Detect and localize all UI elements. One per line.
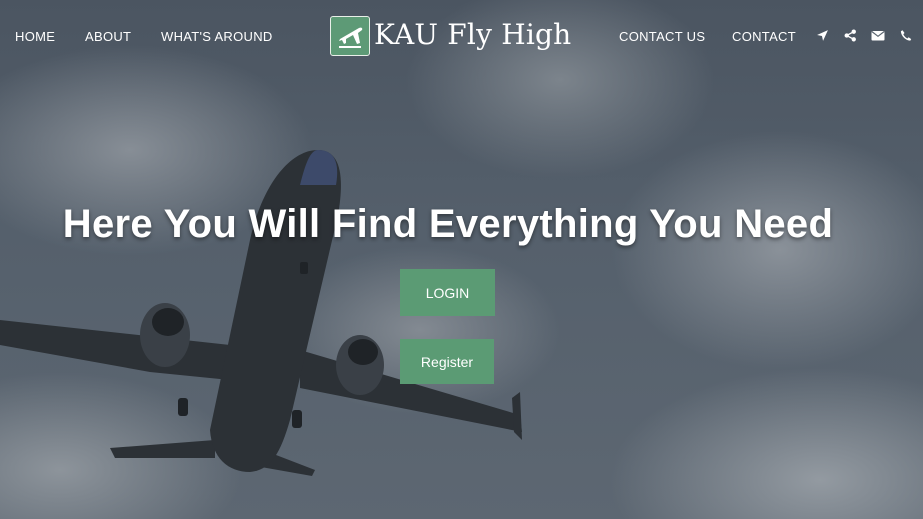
phone-icon[interactable] [900, 29, 914, 43]
airplane-landing-icon [330, 16, 370, 56]
hero-background: HOME ABOUT WHAT'S AROUND KAU Fly High CO… [0, 0, 923, 519]
login-button[interactable]: LOGIN [400, 269, 495, 316]
top-navigation: HOME ABOUT WHAT'S AROUND KAU Fly High CO… [0, 0, 923, 74]
brand-name: KAU Fly High [374, 18, 572, 51]
nav-about-link[interactable]: ABOUT [85, 29, 131, 44]
hero-headline: Here You Will Find Everything You Need [62, 202, 834, 246]
nav-contact-us-link[interactable]: CONTACT US [619, 29, 705, 44]
share-icon[interactable] [844, 29, 858, 43]
location-arrow-icon[interactable] [816, 29, 830, 43]
nav-whats-around-link[interactable]: WHAT'S AROUND [161, 29, 273, 44]
airplane-image [0, 150, 522, 476]
nav-home-link[interactable]: HOME [15, 29, 55, 44]
nav-contact-link[interactable]: CONTACT [732, 29, 796, 44]
register-button[interactable]: Register [400, 339, 494, 384]
envelope-icon[interactable] [871, 29, 885, 43]
